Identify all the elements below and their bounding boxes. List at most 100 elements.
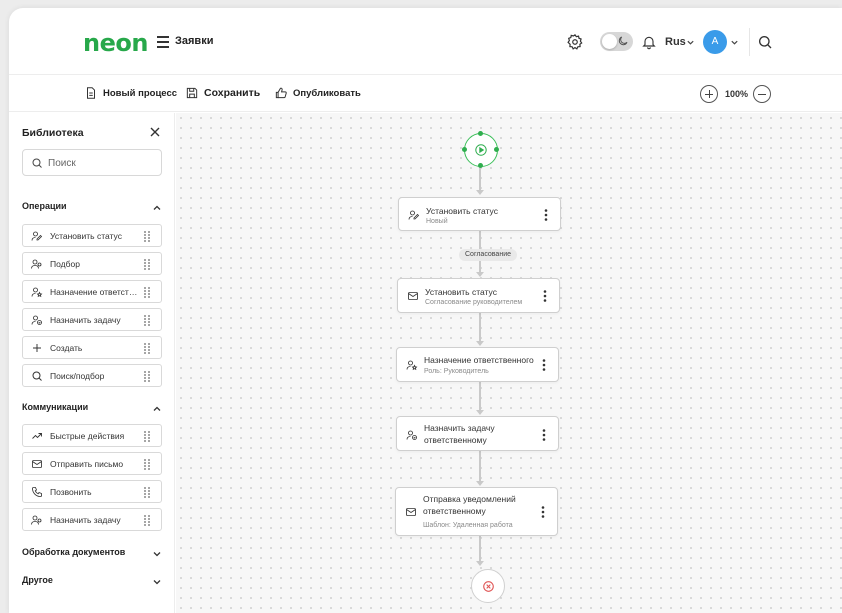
drag-handle-icon[interactable]	[144, 259, 150, 270]
logo[interactable]: neon	[83, 29, 148, 57]
save-icon	[186, 87, 198, 99]
chevron-down-icon[interactable]	[152, 577, 162, 587]
save-button[interactable]: Сохранить	[185, 86, 260, 100]
library-item-label: Быстрые действия	[50, 431, 125, 441]
language-selector[interactable]: Rus	[665, 36, 686, 48]
theme-toggle[interactable]	[600, 32, 633, 51]
gear-icon[interactable]	[566, 33, 584, 51]
more-vertical-icon[interactable]	[542, 359, 546, 371]
connector-line	[479, 167, 481, 190]
plus-icon	[33, 344, 41, 352]
close-icon[interactable]	[149, 126, 161, 138]
section-document-processing[interactable]: Обработка документов	[22, 547, 162, 563]
handle-right[interactable]	[493, 147, 499, 152]
library-item-set-status[interactable]: Установить статус	[22, 224, 162, 247]
zoom-out-button[interactable]	[753, 85, 771, 103]
process-node[interactable]: Назначить задачу ответственному	[396, 416, 559, 451]
chevron-down-icon[interactable]	[686, 38, 695, 47]
library-item-create[interactable]: Создать	[22, 336, 162, 359]
library-item-search-selection[interactable]: Поиск/подбор	[22, 364, 162, 387]
library-item-assign-task[interactable]: Назначить задачу	[22, 308, 162, 331]
node-subtitle: Согласование руководителем	[425, 299, 523, 306]
chevron-down-icon[interactable]	[730, 38, 739, 47]
library-item-call[interactable]: Позвонить	[22, 480, 162, 503]
more-vertical-icon[interactable]	[543, 290, 547, 302]
user-star-icon	[406, 360, 418, 371]
process-node[interactable]: Установить статус Новый	[398, 197, 561, 231]
connector-arrow	[476, 341, 484, 346]
section-other[interactable]: Другое	[22, 575, 162, 591]
process-node[interactable]: Установить статус Согласование руководит…	[397, 278, 560, 313]
search-icon	[32, 371, 42, 381]
drag-handle-icon[interactable]	[144, 487, 150, 498]
drag-handle-icon[interactable]	[144, 515, 150, 526]
user-edit-icon	[408, 210, 420, 220]
sidebar-title: Библиотека	[22, 127, 84, 139]
library-item-label: Подбор	[50, 259, 80, 269]
connector-line	[479, 451, 481, 484]
section-title: Обработка документов	[22, 547, 126, 557]
more-vertical-icon[interactable]	[544, 209, 548, 221]
handle-top[interactable]	[478, 130, 483, 136]
library-item-assign-responsible[interactable]: Назначение ответственного	[22, 280, 162, 303]
trend-icon	[32, 433, 42, 439]
library-item-label: Поиск/подбор	[50, 371, 105, 381]
process-node[interactable]: Отправка уведомлений ответственному Шабл…	[395, 487, 558, 536]
drag-handle-icon[interactable]	[144, 315, 150, 326]
user-edit-icon	[31, 231, 43, 241]
drag-handle-icon[interactable]	[144, 459, 150, 470]
connector-arrow	[476, 561, 484, 566]
toolbar: Новый процесс Сохранить Опубликовать 100…	[9, 76, 842, 112]
node-title: Установить статус	[425, 287, 497, 297]
library-item-send-email[interactable]: Отправить письмо	[22, 452, 162, 475]
new-process-label: Новый процесс	[103, 87, 178, 99]
zoom-in-button[interactable]	[700, 85, 718, 103]
chevron-up-icon[interactable]	[152, 404, 162, 414]
library-item-label: Создать	[50, 343, 83, 353]
process-canvas[interactable]: Согласование Установить статус Новый Уст…	[176, 113, 842, 613]
drag-handle-icon[interactable]	[144, 287, 150, 298]
publish-button[interactable]: Опубликовать	[274, 86, 361, 100]
search-field[interactable]	[22, 149, 162, 176]
phone-icon	[32, 487, 42, 497]
menu-icon[interactable]	[157, 36, 171, 48]
chevron-down-icon[interactable]	[152, 549, 162, 559]
library-item-selection[interactable]: Подбор	[22, 252, 162, 275]
end-node[interactable]	[471, 569, 505, 603]
handle-bottom[interactable]	[478, 162, 483, 168]
more-vertical-icon[interactable]	[542, 429, 546, 441]
search-icon[interactable]	[757, 34, 773, 50]
drag-handle-icon[interactable]	[144, 431, 150, 442]
node-title: Назначение ответственного	[424, 355, 534, 365]
library-item-label: Установить статус	[50, 231, 122, 241]
bell-icon[interactable]	[641, 34, 657, 50]
edge-label[interactable]: Согласование	[459, 249, 517, 261]
section-title: Другое	[22, 575, 53, 585]
search-input[interactable]	[48, 154, 153, 172]
node-subtitle: Роль: Руководитель	[424, 368, 489, 375]
chevron-up-icon[interactable]	[152, 203, 162, 213]
section-communications[interactable]: Коммуникации	[22, 402, 162, 418]
users-icon	[31, 515, 42, 525]
start-node[interactable]	[461, 130, 499, 168]
section-title: Коммуникации	[22, 402, 89, 412]
more-vertical-icon[interactable]	[541, 506, 545, 518]
connector-arrow	[476, 190, 484, 195]
new-process-button[interactable]: Новый процесс	[84, 86, 177, 100]
handle-left[interactable]	[461, 147, 467, 152]
drag-handle-icon[interactable]	[144, 231, 150, 242]
drag-handle-icon[interactable]	[144, 371, 150, 382]
library-sidebar: Библиотека Операции Установить статус По…	[9, 113, 175, 613]
process-node[interactable]: Назначение ответственного Роль: Руководи…	[396, 347, 559, 382]
library-item-label: Назначение ответственного	[50, 287, 140, 297]
library-item-quick-actions[interactable]: Быстрые действия	[22, 424, 162, 447]
moon-icon	[618, 36, 628, 46]
node-subtitle: Новый	[426, 218, 448, 225]
avatar[interactable]: A	[703, 30, 727, 54]
section-operations[interactable]: Операции	[22, 201, 162, 217]
mail-icon	[408, 292, 418, 300]
drag-handle-icon[interactable]	[144, 343, 150, 354]
library-item-assign-task-comm[interactable]: Назначить задачу	[22, 508, 162, 531]
divider	[749, 28, 750, 56]
user-check-icon	[406, 430, 417, 440]
